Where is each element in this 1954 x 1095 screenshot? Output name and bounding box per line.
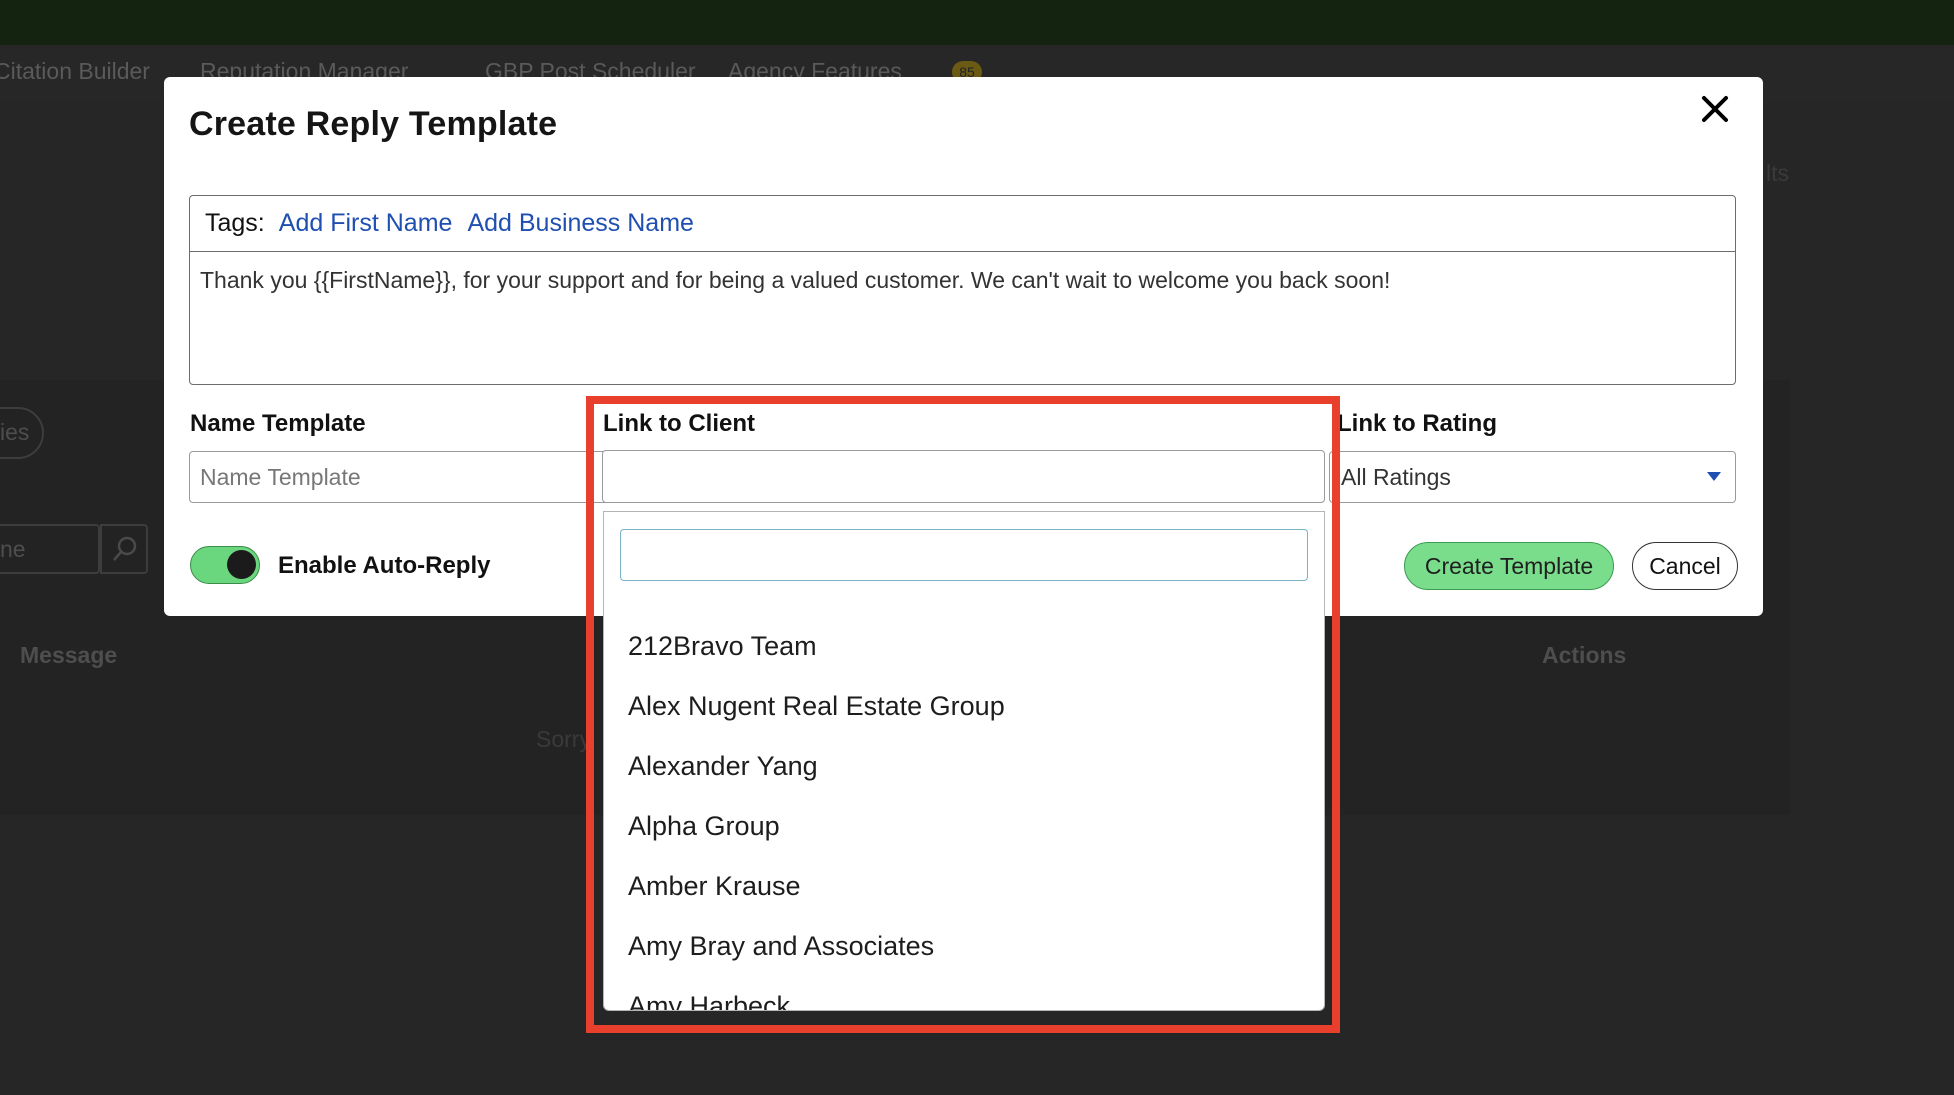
close-icon	[1702, 96, 1728, 122]
top-bar	[0, 0, 1954, 45]
link-to-client-select[interactable]	[602, 450, 1325, 503]
link-to-client-label: Link to Client	[603, 410, 755, 437]
tags-bar: Tags: Add First Name Add Business Name	[190, 196, 1735, 252]
client-option[interactable]: Amy Bray and Associates	[604, 916, 1324, 976]
column-header-message: Message	[20, 642, 118, 668]
client-dropdown: 212Bravo Team Alex Nugent Real Estate Gr…	[603, 511, 1325, 1011]
link-to-rating-label: Link to Rating	[1337, 410, 1497, 437]
background-search-button[interactable]	[100, 524, 148, 574]
client-option[interactable]: Amber Krause	[604, 856, 1324, 916]
column-header-actions: Actions	[1542, 642, 1627, 668]
client-search-input[interactable]	[620, 529, 1308, 581]
client-option[interactable]: Alexander Yang	[604, 736, 1324, 796]
background-search-text: ne	[0, 536, 26, 562]
empty-state-text: Sorry	[536, 726, 591, 752]
client-option[interactable]: Alpha Group	[604, 796, 1324, 856]
client-option[interactable]: Amy Harbeck	[604, 976, 1324, 1011]
tags-label: Tags:	[205, 209, 265, 237]
auto-reply-toggle[interactable]	[190, 546, 260, 584]
background-search-input[interactable]: ne	[0, 524, 100, 574]
template-body-textarea[interactable]: Thank you {{FirstName}}, for your suppor…	[190, 252, 1735, 308]
toggle-knob	[227, 550, 256, 579]
nav-item-citation-builder[interactable]: Citation Builder	[0, 58, 150, 85]
search-icon	[113, 536, 137, 561]
modal-title: Create Reply Template	[189, 105, 558, 143]
client-option[interactable]: Alex Nugent Real Estate Group	[604, 676, 1324, 736]
cancel-button[interactable]: Cancel	[1632, 542, 1738, 590]
auto-reply-label: Enable Auto-Reply	[278, 552, 491, 579]
name-template-input[interactable]	[189, 451, 649, 503]
client-option[interactable]: 212Bravo Team	[604, 616, 1324, 676]
link-to-rating-select[interactable]: All Ratings	[1329, 451, 1736, 503]
close-button[interactable]	[1697, 91, 1733, 127]
link-to-rating-value: All Ratings	[1341, 463, 1451, 490]
name-template-label: Name Template	[190, 410, 366, 437]
chevron-down-icon	[1707, 472, 1721, 481]
template-editor: Tags: Add First Name Add Business Name T…	[189, 195, 1736, 385]
add-business-name-tag[interactable]: Add Business Name	[467, 209, 694, 238]
background-right-text: lts	[1766, 160, 1789, 186]
filter-pill-label: ies	[0, 419, 30, 445]
client-option-list: 212Bravo Team Alex Nugent Real Estate Gr…	[604, 616, 1324, 1011]
add-first-name-tag[interactable]: Add First Name	[279, 209, 453, 238]
create-template-button[interactable]: Create Template	[1404, 542, 1614, 590]
